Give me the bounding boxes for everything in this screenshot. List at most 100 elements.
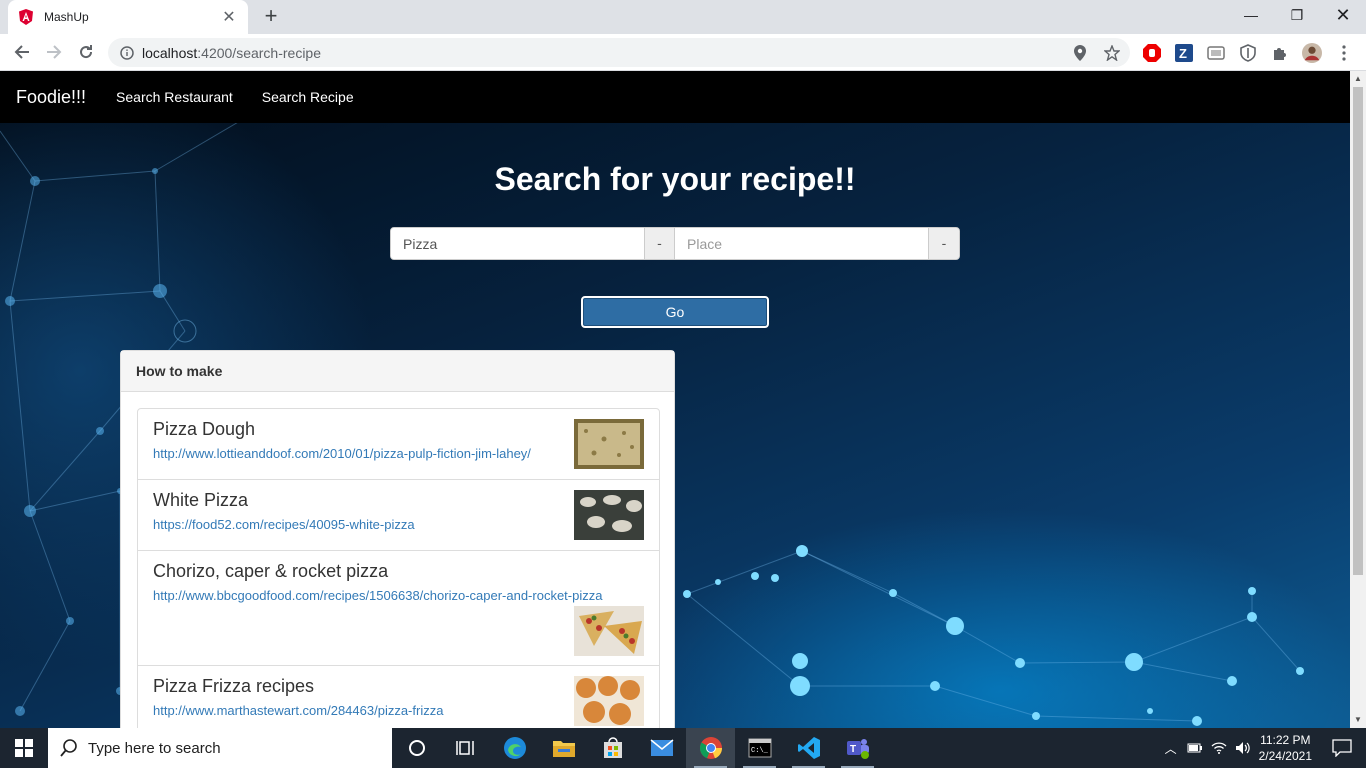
teams-icon: T (846, 739, 869, 759)
url-text: localhost:4200/search-recipe (142, 44, 322, 61)
reload-button[interactable] (72, 38, 100, 66)
cortana-button[interactable] (392, 728, 441, 768)
chrome-menu-icon[interactable] (1334, 43, 1354, 63)
recipe-thumbnail (574, 676, 644, 726)
profile-avatar[interactable] (1302, 43, 1322, 63)
taskbar-clock[interactable]: 11:22 PM 2/24/2021 (1259, 732, 1312, 764)
bookmark-star-icon[interactable] (1102, 43, 1122, 63)
scroll-up-icon[interactable]: ▲ (1350, 71, 1366, 87)
extensions-puzzle-icon[interactable] (1270, 43, 1290, 63)
recipe-title: White Pizza (153, 490, 249, 510)
taskbar-search[interactable]: Type here to search (48, 728, 392, 768)
taskbar-search-placeholder: Type here to search (88, 739, 221, 757)
browser-tab[interactable]: MashUp ✕ (8, 0, 248, 34)
results-heading: How to make (121, 351, 674, 392)
minimize-button[interactable]: — (1228, 0, 1274, 32)
nav-link-search-recipe[interactable]: Search Recipe (262, 89, 354, 105)
clock-time: 11:22 PM (1260, 733, 1311, 747)
adblock-icon[interactable] (1142, 43, 1162, 63)
windows-icon (15, 739, 33, 757)
recipe-title: Pizza Frizza recipes (153, 676, 315, 696)
recipe-thumbnail (574, 419, 644, 469)
recipe-link[interactable]: http://www.bbcgoodfood.com/recipes/15066… (153, 587, 644, 605)
notification-icon[interactable] (1332, 739, 1352, 757)
back-button[interactable] (8, 38, 36, 66)
svg-text:C:\_: C:\_ (751, 747, 769, 755)
restore-button[interactable]: ❐ (1274, 0, 1320, 32)
place-input-addon: - (928, 228, 959, 259)
folder-icon (552, 741, 575, 757)
taskbar-mail[interactable] (637, 728, 686, 768)
cast-icon[interactable] (1206, 43, 1226, 63)
brand-logo[interactable]: Foodie!!! (16, 87, 86, 108)
volume-icon[interactable] (1235, 741, 1251, 755)
scroll-thumb[interactable] (1353, 87, 1363, 575)
start-button[interactable] (0, 728, 48, 768)
edge-icon (503, 737, 526, 759)
arrow-left-icon (14, 45, 29, 59)
list-item: Pizza Dough http://www.lottieanddoof.com… (137, 408, 660, 480)
terminal-icon: C:\_ (748, 738, 771, 758)
svg-text:Z: Z (1179, 46, 1187, 61)
task-view-icon (455, 741, 474, 755)
page-viewport: Foodie!!! Search Restaurant Search Recip… (0, 71, 1350, 728)
vscode-icon (797, 737, 820, 759)
results-panel: How to make Pizza Dough http://www.lotti… (120, 350, 675, 728)
recipe-thumbnail (574, 490, 644, 540)
page-scrollbar[interactable]: ▲ ▼ (1350, 71, 1366, 728)
cortana-icon (408, 740, 425, 756)
wifi-icon[interactable] (1211, 741, 1227, 755)
tab-title: MashUp (44, 10, 89, 24)
taskbar-file-explorer[interactable] (539, 728, 588, 768)
recipe-input-addon: - (644, 228, 675, 259)
info-icon[interactable] (120, 45, 134, 60)
results-list: Pizza Dough http://www.lottieanddoof.com… (137, 408, 660, 728)
recipe-link[interactable]: http://www.lottieanddoof.com/2010/01/piz… (153, 445, 644, 463)
chevron-up-icon[interactable]: ︿ (1165, 740, 1177, 757)
list-item: Chorizo, caper & rocket pizza http://www… (137, 551, 660, 666)
recipe-search-input[interactable] (391, 228, 644, 259)
svg-text:T: T (850, 744, 856, 755)
reload-icon (80, 45, 93, 59)
page-title: Search for your recipe!! (494, 161, 856, 197)
search-icon (60, 739, 77, 757)
nav-link-search-restaurant[interactable]: Search Restaurant (116, 89, 233, 105)
arrow-right-icon (47, 45, 62, 59)
taskbar-store[interactable] (588, 728, 637, 768)
go-button[interactable]: Go (581, 296, 769, 328)
address-bar[interactable]: localhost:4200/search-recipe (108, 38, 1130, 67)
recipe-thumbnail (574, 606, 644, 656)
close-window-button[interactable]: ✕ (1320, 0, 1366, 32)
chrome-icon (699, 737, 722, 759)
angular-icon (19, 9, 33, 25)
site-navbar: Foodie!!! Search Restaurant Search Recip… (0, 71, 1350, 123)
system-tray: ︿ 11:22 PM 2/24/2021 (1165, 728, 1366, 768)
new-tab-button[interactable]: + (258, 4, 284, 30)
recipe-link[interactable]: https://food52.com/recipes/40095-white-p… (153, 516, 644, 534)
list-item: Pizza Frizza recipes http://www.marthast… (137, 666, 660, 728)
browser-tabstrip: MashUp ✕ + — ❐ ✕ (0, 0, 1366, 34)
search-input-group: - - (390, 227, 960, 260)
recipe-title: Pizza Dough (153, 419, 256, 439)
location-pin-icon[interactable] (1070, 43, 1090, 63)
recipe-title: Chorizo, caper & rocket pizza (153, 561, 389, 581)
taskbar-vscode[interactable] (784, 728, 833, 768)
task-view-button[interactable] (441, 728, 490, 768)
battery-icon[interactable] (1187, 742, 1203, 754)
recipe-link[interactable]: http://www.marthastewart.com/284463/pizz… (153, 702, 644, 720)
list-item: White Pizza https://food52.com/recipes/4… (137, 480, 660, 551)
taskbar-edge[interactable] (490, 728, 539, 768)
clock-date: 2/24/2021 (1258, 749, 1312, 763)
shield-icon[interactable] (1238, 43, 1258, 63)
close-tab-icon[interactable]: ✕ (220, 7, 238, 27)
taskbar-chrome[interactable] (686, 728, 735, 768)
zotero-icon[interactable]: Z (1174, 43, 1194, 63)
taskbar-teams[interactable]: T (833, 728, 882, 768)
store-icon (603, 737, 622, 758)
place-input[interactable] (675, 228, 928, 259)
browser-toolbar: localhost:4200/search-recipe Z (0, 34, 1366, 71)
taskbar-terminal[interactable]: C:\_ (735, 728, 784, 768)
scroll-down-icon[interactable]: ▼ (1350, 712, 1366, 728)
taskbar: Type here to search C:\_ T ︿ 11:22 PM 2/… (0, 728, 1366, 768)
forward-button[interactable] (40, 38, 68, 66)
